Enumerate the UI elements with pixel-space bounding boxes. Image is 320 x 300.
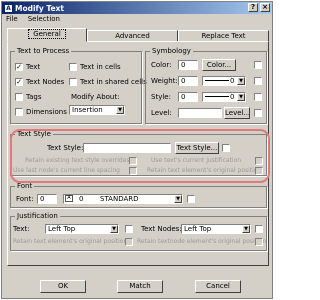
justification-legend: Justification xyxy=(15,212,60,220)
retain-node-position-checkbox[interactable] xyxy=(255,238,263,246)
weight-field[interactable]: 0 xyxy=(178,76,198,86)
chevron-down-icon[interactable]: ▼ xyxy=(242,225,250,233)
text-checkbox-label: Text xyxy=(26,63,41,71)
justification-nodes-lock-checkbox[interactable] xyxy=(255,225,263,233)
style-lock-checkbox[interactable] xyxy=(254,93,262,101)
tab-general[interactable]: General xyxy=(7,28,87,42)
menu-bar: File Selection xyxy=(4,15,62,25)
modify-text-dialog: A Modify Text ? × File Selection General… xyxy=(1,1,273,299)
weight-select-value: 0 xyxy=(230,77,235,85)
level-lock-checkbox[interactable] xyxy=(254,109,262,117)
style-label: Style: xyxy=(151,93,171,101)
tags-label: Tags xyxy=(26,93,42,101)
menu-selection[interactable]: Selection xyxy=(26,15,62,25)
ok-button[interactable]: OK xyxy=(40,280,86,293)
weight-line-preview xyxy=(205,80,229,81)
font-lock-checkbox[interactable] xyxy=(187,195,195,203)
text-nodes-label: Text Nodes xyxy=(26,78,65,86)
level-label: Level: xyxy=(151,109,172,117)
justification-nodes-value: Left Top xyxy=(184,225,212,233)
tab-general-label: General xyxy=(28,29,66,39)
text-in-shared-cells-label: Text in shared cells xyxy=(80,78,147,86)
chevron-down-icon[interactable]: ▼ xyxy=(110,225,118,233)
tags-checkbox[interactable] xyxy=(15,93,23,101)
dimensions-checkbox[interactable] xyxy=(15,108,23,116)
close-icon[interactable]: × xyxy=(260,3,270,12)
weight-select[interactable]: 0 ▼ xyxy=(202,76,246,86)
justification-group: Justification Text: Left Top ▼ Text Node… xyxy=(10,212,267,251)
style-select-value: 0 xyxy=(230,93,235,101)
help-icon[interactable]: ? xyxy=(248,3,258,12)
retain-text-position-label: Retain text element's original position xyxy=(13,238,128,245)
window-title: Modify Text xyxy=(15,3,64,13)
chevron-down-icon[interactable]: ▼ xyxy=(237,77,245,85)
color-field[interactable]: 0 xyxy=(178,60,198,70)
font-type-icon: A xyxy=(65,195,73,202)
retain-text-position-checkbox[interactable] xyxy=(125,238,133,246)
modify-text-icon: A xyxy=(4,3,13,13)
justification-nodes-select[interactable]: Left Top ▼ xyxy=(181,224,251,234)
modify-about-label: Modify About: xyxy=(71,93,120,101)
cancel-button[interactable]: Cancel xyxy=(195,280,241,293)
chevron-down-icon[interactable]: ▼ xyxy=(174,195,182,203)
level-button[interactable]: Level... xyxy=(224,107,250,119)
title-bar: A Modify Text ? × xyxy=(2,2,272,14)
font-select-name: STANDARD xyxy=(100,195,139,203)
text-to-process-group: Text to Process ✓ Text Text in cells ✓ T… xyxy=(10,47,147,124)
color-button[interactable]: Color... xyxy=(202,59,236,71)
symbology-group: Symbology Color: 0 Color... Weight: 0 0 … xyxy=(145,47,267,124)
menu-file[interactable]: File xyxy=(4,15,20,25)
highlight-annotation xyxy=(10,129,270,183)
font-number-field[interactable]: 0 xyxy=(37,194,57,204)
modify-about-value: Insertion xyxy=(72,106,103,114)
weight-label: Weight: xyxy=(151,77,178,85)
justification-text-label: Text: xyxy=(13,225,30,233)
justification-nodes-label: Text Nodes: xyxy=(141,225,182,233)
font-group: Font Font: 0 A 0 STANDARD ▼ xyxy=(10,182,267,208)
text-to-process-legend: Text to Process xyxy=(15,47,72,55)
color-lock-checkbox[interactable] xyxy=(254,61,262,69)
text-in-cells-checkbox[interactable] xyxy=(69,63,77,71)
dimensions-label: Dimensions xyxy=(26,108,67,116)
level-field[interactable] xyxy=(178,108,222,118)
match-button[interactable]: Match xyxy=(117,280,163,293)
style-field[interactable]: 0 xyxy=(178,92,198,102)
font-select[interactable]: A 0 STANDARD ▼ xyxy=(63,194,183,204)
chevron-down-icon[interactable]: ▼ xyxy=(237,93,245,101)
style-select[interactable]: 0 ▼ xyxy=(202,92,246,102)
retain-node-position-label: Retain textnode element's original posit… xyxy=(137,238,267,245)
weight-lock-checkbox[interactable] xyxy=(254,77,262,85)
justification-text-value: Left Top xyxy=(48,225,76,233)
symbology-legend: Symbology xyxy=(150,47,193,55)
font-label: Font: xyxy=(16,195,34,203)
color-label: Color: xyxy=(151,61,172,69)
text-checkbox[interactable]: ✓ xyxy=(15,63,23,71)
style-line-preview xyxy=(205,96,229,97)
justification-text-select[interactable]: Left Top ▼ xyxy=(45,224,119,234)
chevron-down-icon[interactable]: ▼ xyxy=(116,106,124,114)
justification-text-lock-checkbox[interactable] xyxy=(125,225,133,233)
text-in-shared-cells-checkbox[interactable] xyxy=(69,78,77,86)
text-in-cells-label: Text in cells xyxy=(80,63,121,71)
modify-about-select[interactable]: Insertion ▼ xyxy=(69,105,125,115)
text-nodes-checkbox[interactable]: ✓ xyxy=(15,78,23,86)
font-legend: Font xyxy=(15,182,35,190)
font-select-number: 0 xyxy=(79,195,84,203)
